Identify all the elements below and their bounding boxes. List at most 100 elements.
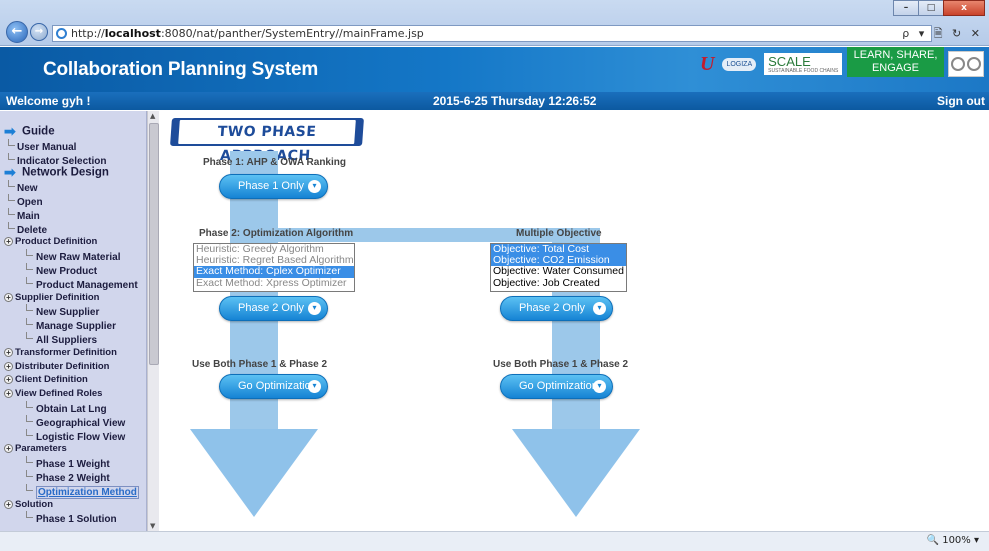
expand-icon[interactable]: + bbox=[4, 347, 13, 357]
sidebar-item-label: Product Management bbox=[36, 279, 138, 291]
browser-chrome: – □ x ← → http://localhost:8080/nat/pant… bbox=[0, 0, 989, 46]
scale-logo-text: SCALE bbox=[768, 54, 811, 69]
phase1-only-button[interactable]: Phase 1 Only ▾ bbox=[219, 174, 328, 199]
expand-icon[interactable]: + bbox=[4, 375, 13, 385]
arrow-right-icon: ➡ bbox=[4, 123, 16, 139]
sidebar-group-16[interactable]: + Transformer Definition bbox=[4, 346, 139, 360]
sidebar-group-12[interactable]: + Supplier Definition bbox=[4, 291, 139, 305]
scale-logo-sub: SUSTAINABLE FOOD CHAINS bbox=[768, 68, 839, 74]
sidebar-item-13[interactable]: New Supplier bbox=[4, 304, 139, 318]
chevron-down-icon: ▾ bbox=[308, 302, 321, 315]
back-arrow-icon[interactable]: ← bbox=[6, 21, 28, 43]
sign-out-link[interactable]: Sign out bbox=[937, 92, 985, 110]
go-optimization-button-right[interactable]: Go Optimization ▾ bbox=[500, 374, 613, 399]
sidebar-item-label: Delete bbox=[17, 224, 48, 236]
objective-listbox[interactable]: Objective: Total Cost Objective: CO2 Emis… bbox=[490, 243, 627, 292]
sidebar-group-27[interactable]: + Solution bbox=[4, 498, 139, 512]
minimize-button[interactable]: – bbox=[893, 0, 919, 16]
sidebar-item-label: Manage Supplier bbox=[36, 321, 117, 333]
sidebar-item-26[interactable]: Optimization Method bbox=[4, 484, 139, 499]
sidebar-item-10[interactable]: New Product bbox=[4, 263, 139, 277]
expand-icon[interactable]: + bbox=[4, 444, 13, 454]
sidebar-group-23[interactable]: + Parameters bbox=[4, 442, 139, 456]
window-controls: – □ x bbox=[893, 0, 985, 16]
sidebar-item-label: New bbox=[17, 183, 38, 195]
zoom-control[interactable]: 🔍 100% ▾ bbox=[927, 535, 979, 546]
sidebar-group-18[interactable]: + Client Definition bbox=[4, 373, 139, 387]
expand-icon[interactable]: + bbox=[4, 292, 13, 302]
sidebar-item-label: View Defined Roles bbox=[15, 388, 103, 400]
u-logo: U bbox=[700, 52, 715, 75]
sidebar-item-22[interactable]: Logistic Flow View bbox=[4, 429, 139, 443]
learn-line2: ENGAGE bbox=[871, 62, 920, 74]
sidebar-section-3[interactable]: ➡ Network Design bbox=[4, 165, 139, 180]
sidebar-item-label: Main bbox=[17, 210, 40, 222]
phase2-only-button-right[interactable]: Phase 2 Only ▾ bbox=[500, 296, 613, 321]
sidebar-item-14[interactable]: Manage Supplier bbox=[4, 318, 139, 332]
sidebar-item-25[interactable]: Phase 2 Weight bbox=[4, 470, 139, 484]
sidebar-group-17[interactable]: + Distributer Definition bbox=[4, 360, 139, 374]
scroll-up-icon[interactable]: ▲ bbox=[150, 112, 155, 120]
chevron-down-icon: ▾ bbox=[308, 380, 321, 393]
address-tools[interactable]: ρ ▾ 🗎 ↻ ✕ bbox=[902, 25, 983, 44]
sidebar-item-label: Supplier Definition bbox=[15, 291, 100, 303]
go-optimization-button-left[interactable]: Go Optimization ▾ bbox=[219, 374, 328, 399]
chevron-down-icon: ▾ bbox=[593, 380, 606, 393]
left-flow-arrowhead bbox=[190, 429, 318, 517]
address-bar[interactable]: http://localhost:8080/nat/panther/System… bbox=[52, 25, 932, 42]
sidebar-item-4[interactable]: New bbox=[4, 180, 139, 194]
sidebar-item-28[interactable]: Phase 1 Solution bbox=[4, 511, 139, 525]
nav-tree: ➡ Guide User Manual Indicator Selection ➡ Net… bbox=[4, 123, 139, 525]
expand-icon[interactable]: + bbox=[4, 389, 13, 399]
close-button[interactable]: x bbox=[943, 0, 985, 16]
sidebar-item-6[interactable]: Main bbox=[4, 208, 139, 222]
sidebar-item-label: All Suppliers bbox=[36, 334, 98, 346]
sidebar-item-label: Network Design bbox=[22, 166, 109, 179]
expand-icon[interactable]: + bbox=[4, 499, 13, 509]
forward-arrow-icon[interactable]: → bbox=[30, 23, 48, 41]
sidebar-item-label: New Raw Material bbox=[36, 252, 121, 264]
sidebar-item-21[interactable]: Geographical View bbox=[4, 415, 139, 429]
sidebar-item-9[interactable]: New Raw Material bbox=[4, 249, 139, 263]
list-option[interactable]: Objective: Job Created bbox=[491, 277, 626, 289]
chevron-down-icon: ▾ bbox=[593, 302, 606, 315]
scale-logo: SCALE SUSTAINABLE FOOD CHAINS bbox=[764, 53, 843, 75]
sidebar-item-1[interactable]: User Manual bbox=[4, 139, 139, 153]
sidebar-item-15[interactable]: All Suppliers bbox=[4, 332, 139, 346]
sidebar-item-label: Phase 2 Weight bbox=[36, 472, 110, 484]
expand-icon[interactable]: + bbox=[4, 237, 13, 247]
sidebar-item-label: Indicator Selection bbox=[17, 155, 107, 167]
sidebar-group-19[interactable]: + View Defined Roles bbox=[4, 387, 139, 401]
nav-buttons: ← → bbox=[6, 21, 48, 43]
algorithm-listbox[interactable]: Heuristic: Greedy Algorithm Heuristic: Re… bbox=[193, 243, 355, 292]
sidebar-section-0[interactable]: ➡ Guide bbox=[4, 123, 139, 139]
use-both-label-left: Use Both Phase 1 & Phase 2 bbox=[192, 359, 328, 370]
list-option[interactable]: Objective: Water Consumed bbox=[491, 266, 626, 277]
sidebar-item-5[interactable]: Open bbox=[4, 194, 139, 208]
scroll-thumb[interactable] bbox=[149, 123, 159, 365]
browser-status-bar: 🔍 100% ▾ bbox=[0, 531, 989, 551]
expand-icon[interactable]: + bbox=[4, 361, 13, 371]
sidebar-item-20[interactable]: Obtain Lat Lng bbox=[4, 401, 139, 415]
datetime-text: 2015-6-25 Thursday 12:26:52 bbox=[433, 94, 597, 108]
phase2-label: Phase 2: Optimization Algorithm bbox=[199, 228, 354, 239]
main-panel: TWO PHASE APPROACH Phase 1: AHP & OWA Ra… bbox=[160, 111, 989, 531]
scroll-down-icon[interactable]: ▼ bbox=[150, 522, 155, 530]
list-option[interactable]: Exact Method: Xpress Optimizer bbox=[194, 277, 354, 289]
phase2-only-label-left: Phase 2 Only bbox=[238, 302, 305, 314]
sidebar-item-7[interactable]: Delete bbox=[4, 222, 139, 236]
sidebar-scrollbar[interactable]: ▲ ▼ bbox=[147, 111, 159, 531]
list-option[interactable]: Exact Method: Cplex Optimizer bbox=[194, 266, 354, 278]
sidebar-item-label: Distributer Definition bbox=[15, 360, 110, 372]
sidebar-item-label: Client Definition bbox=[15, 374, 88, 386]
url-path: :8080/nat/panther/SystemEntry//mainFrame… bbox=[160, 27, 424, 40]
sidebar-group-8[interactable]: + Product Definition bbox=[4, 235, 139, 249]
phase2-only-button-left[interactable]: Phase 2 Only ▾ bbox=[219, 296, 328, 321]
sidebar-item-11[interactable]: Product Management bbox=[4, 277, 139, 291]
sidebar-item-24[interactable]: Phase 1 Weight bbox=[4, 456, 139, 470]
maximize-button[interactable]: □ bbox=[918, 0, 944, 16]
sidebar-item-label: New Product bbox=[36, 265, 98, 277]
sidebar-item-2[interactable]: Indicator Selection bbox=[4, 153, 139, 167]
sidebar-item-label: Phase 1 Weight bbox=[36, 459, 110, 471]
ie-logo-icon bbox=[56, 28, 67, 39]
